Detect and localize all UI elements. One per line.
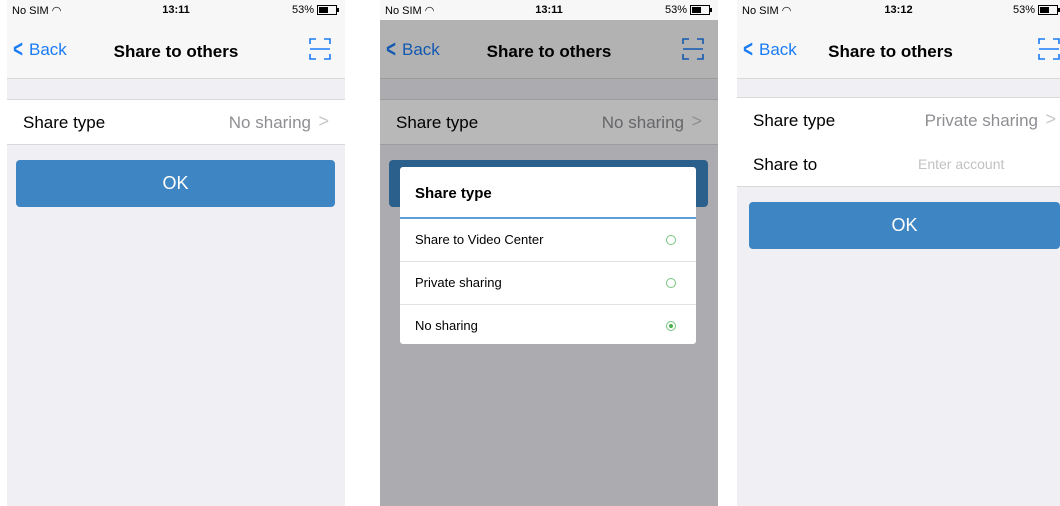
- share-type-dialog: Share type Share to Video Center Private…: [400, 167, 696, 344]
- share-type-value: Private sharing: [924, 111, 1038, 130]
- radio-button-selected[interactable]: [666, 321, 676, 331]
- clock: 13:12: [884, 4, 913, 16]
- option-label: Share to Video Center: [415, 232, 544, 247]
- share-type-label: Share type: [23, 113, 106, 132]
- nav-bar: < Back Share to others: [737, 20, 1060, 79]
- radio-button[interactable]: [666, 278, 676, 288]
- screen-private-sharing: No SIM ◠ 13:12 53% < Back Share to others…: [737, 0, 1060, 506]
- nav-bar: < Back Share to others: [7, 20, 345, 79]
- battery-icon: [690, 5, 712, 15]
- option-private-sharing[interactable]: Private sharing: [400, 262, 696, 305]
- share-to-row[interactable]: Share to Enter account: [737, 142, 1060, 187]
- status-bar: No SIM ◠ 13:11 53%: [7, 0, 345, 20]
- status-bar: No SIM ◠ 13:12 53%: [737, 0, 1060, 20]
- page-title: Share to others: [113, 42, 239, 61]
- share-type-row[interactable]: Share type Private sharing >: [737, 97, 1060, 143]
- battery-icon: [317, 5, 339, 15]
- status-bar: No SIM ◠ 13:11 53%: [380, 0, 718, 20]
- chevron-right-icon: >: [1045, 109, 1056, 129]
- ok-button[interactable]: OK: [16, 160, 335, 207]
- battery-percent: 53%: [1012, 4, 1035, 16]
- option-share-to-video-center[interactable]: Share to Video Center: [400, 219, 696, 262]
- share-type-value: No sharing: [228, 113, 311, 132]
- screen-no-sharing: No SIM ◠ 13:11 53% < Back Share to others…: [7, 0, 345, 506]
- chevron-right-icon: >: [318, 111, 329, 131]
- account-input[interactable]: Enter account: [918, 156, 1004, 172]
- battery-icon: [1038, 5, 1060, 15]
- option-label: No sharing: [415, 318, 478, 333]
- screen-share-type-dialog: No SIM ◠ 13:11 53% < Back Share to others…: [380, 0, 718, 506]
- dialog-title: Share type: [415, 185, 492, 202]
- option-no-sharing[interactable]: No sharing: [400, 305, 696, 347]
- scan-frame-icon[interactable]: [309, 38, 331, 60]
- share-type-label: Share type: [753, 111, 836, 130]
- ok-button[interactable]: OK: [749, 202, 1060, 249]
- radio-button[interactable]: [666, 235, 676, 245]
- scan-frame-icon[interactable]: [1038, 38, 1060, 60]
- battery-percent: 53%: [291, 4, 314, 16]
- battery-percent: 53%: [664, 4, 687, 16]
- option-label: Private sharing: [415, 275, 502, 290]
- page-title: Share to others: [828, 42, 953, 61]
- share-to-label: Share to: [753, 155, 818, 174]
- share-type-row[interactable]: Share type No sharing >: [7, 99, 345, 145]
